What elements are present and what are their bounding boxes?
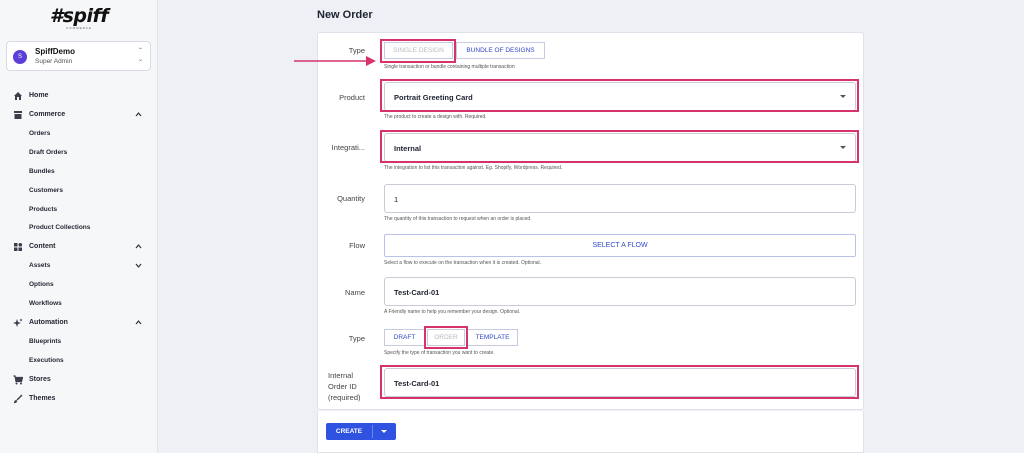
sidebar-item-content[interactable]: Content [0, 239, 158, 255]
type-helper-text: Single transaction or bundle containing … [384, 64, 515, 70]
quantity-value: 1 [394, 195, 399, 204]
internal-order-id-input[interactable]: Test-Card-01 [384, 368, 856, 397]
shapes-icon [14, 243, 23, 251]
draft-button[interactable]: DRAFT [384, 329, 425, 346]
sidebar-item-label: Blueprints [29, 338, 62, 345]
integration-helper-text: The integration to list this transaction… [384, 165, 563, 171]
flow-helper-text: Select a flow to execute on the transact… [384, 260, 542, 266]
name-helper-text: A Friendly name to help you remember you… [384, 309, 521, 315]
quantity-helper-text: The quantity of this transaction to requ… [384, 216, 532, 222]
template-button[interactable]: TEMPLATE [467, 329, 518, 346]
transaction-type-label: Type [348, 334, 365, 343]
dropdown-caret-icon [840, 146, 846, 149]
integration-label: Integrati... [331, 143, 365, 152]
sidebar-item-label: Content [29, 243, 56, 250]
home-icon [14, 92, 22, 100]
single-design-button[interactable]: SINGLE DESIGN [384, 42, 453, 59]
chevron-up-icon [135, 112, 142, 117]
internal-order-id-label: Internal Order ID (required) [328, 370, 378, 403]
create-button[interactable]: CREATE [326, 423, 396, 440]
account-role: Super Admin [35, 58, 73, 65]
sidebar-item-label: Assets [29, 262, 51, 269]
dropdown-caret-icon [840, 95, 846, 98]
sidebar-item-stores[interactable]: Stores [0, 372, 158, 388]
sidebar-item-executions[interactable]: Executions [0, 353, 158, 369]
create-label: CREATE [335, 428, 363, 435]
bundle-of-designs-button[interactable]: BUNDLE OF DESIGNS [456, 42, 545, 59]
internal-order-id-value: Test-Card-01 [394, 379, 440, 388]
name-input[interactable]: Test-Card-01 [384, 277, 856, 306]
sidebar-item-assets[interactable]: Assets [0, 258, 158, 274]
sidebar-item-label: Executions [29, 357, 64, 364]
product-value: Portrait Greeting Card [394, 93, 473, 102]
account-name: SpiffDemo [35, 47, 75, 56]
label-line: Order ID [328, 382, 357, 391]
sidebar-item-home[interactable]: Home [0, 88, 158, 104]
dropdown-caret-icon[interactable] [381, 430, 387, 433]
sidebar-item-label: Products [29, 206, 58, 213]
flow-label: Flow [349, 241, 365, 250]
pointer-arrow-icon [294, 56, 376, 66]
sidebar-item-workflows[interactable]: Workflows [0, 296, 158, 312]
sidebar-item-bundles[interactable]: Bundles [0, 164, 158, 180]
sidebar-item-label: Customers [29, 187, 63, 194]
sidebar-item-label: Themes [29, 395, 56, 402]
select-flow-button[interactable]: SELECT A FLOW [384, 234, 856, 257]
sidebar-item-commerce[interactable]: Commerce [0, 107, 158, 123]
form-footer [317, 411, 864, 453]
type-label: Type [348, 46, 365, 55]
product-helper-text: The product to create a design with. Req… [384, 114, 487, 120]
label-line: (required) [328, 393, 361, 402]
sidebar-item-product-collections[interactable]: Product Collections [0, 220, 158, 236]
sidebar-item-label: Home [29, 92, 49, 99]
spiff-logo[interactable]: #spiff COMMERCE [0, 6, 158, 30]
page-title: New Order [317, 9, 373, 21]
logo-subtext: COMMERCE [66, 26, 92, 30]
chevron-down-icon [135, 263, 142, 268]
integration-value: Internal [394, 144, 422, 153]
transaction-type-helper-text: Specify the type of transaction you want… [384, 350, 495, 356]
quantity-input[interactable]: 1 [384, 184, 856, 213]
integration-select[interactable]: Internal [384, 133, 856, 162]
chevron-up-icon [135, 244, 142, 249]
quantity-label: Quantity [337, 194, 365, 203]
sidebar-item-products[interactable]: Products [0, 202, 158, 218]
sidebar-item-label: Draft Orders [29, 149, 68, 156]
sidebar: #spiff COMMERCE S SpiffDemo Super Admin … [0, 0, 158, 453]
sidebar-item-orders[interactable]: Orders [0, 126, 158, 142]
product-select[interactable]: Portrait Greeting Card [384, 82, 856, 111]
sidebar-item-options[interactable]: Options [0, 277, 158, 293]
sidebar-item-label: Automation [29, 319, 68, 326]
cart-icon [13, 375, 23, 385]
sidebar-item-label: Bundles [29, 168, 55, 175]
sidebar-item-draft-orders[interactable]: Draft Orders [0, 145, 158, 161]
sidebar-item-customers[interactable]: Customers [0, 183, 158, 199]
chevron-up-icon [135, 320, 142, 325]
name-value: Test-Card-01 [394, 288, 440, 297]
account-switcher[interactable]: S SpiffDemo Super Admin ⌃ ⌄ [6, 41, 151, 71]
product-label: Product [339, 93, 365, 102]
avatar: S [13, 50, 27, 64]
sparkle-icon [13, 318, 23, 327]
sidebar-item-themes[interactable]: Themes [0, 391, 158, 407]
store-icon [14, 111, 22, 119]
sidebar-item-automation[interactable]: Automation [0, 315, 158, 331]
brush-icon [14, 394, 23, 404]
sidebar-item-blueprints[interactable]: Blueprints [0, 334, 158, 350]
sidebar-item-label: Orders [29, 130, 51, 137]
sidebar-item-label: Workflows [29, 300, 62, 307]
button-divider [372, 425, 373, 438]
sidebar-item-label: Stores [29, 376, 51, 383]
chevron-up-down-icon: ⌃ ⌄ [137, 48, 143, 63]
name-label: Name [344, 288, 365, 297]
sidebar-item-label: Product Collections [29, 224, 91, 231]
label-line: Internal [328, 371, 354, 380]
order-button[interactable]: ORDER [427, 329, 465, 346]
sidebar-item-label: Options [29, 281, 54, 288]
sidebar-item-label: Commerce [29, 111, 66, 118]
logo-text: #spiff [49, 5, 109, 27]
